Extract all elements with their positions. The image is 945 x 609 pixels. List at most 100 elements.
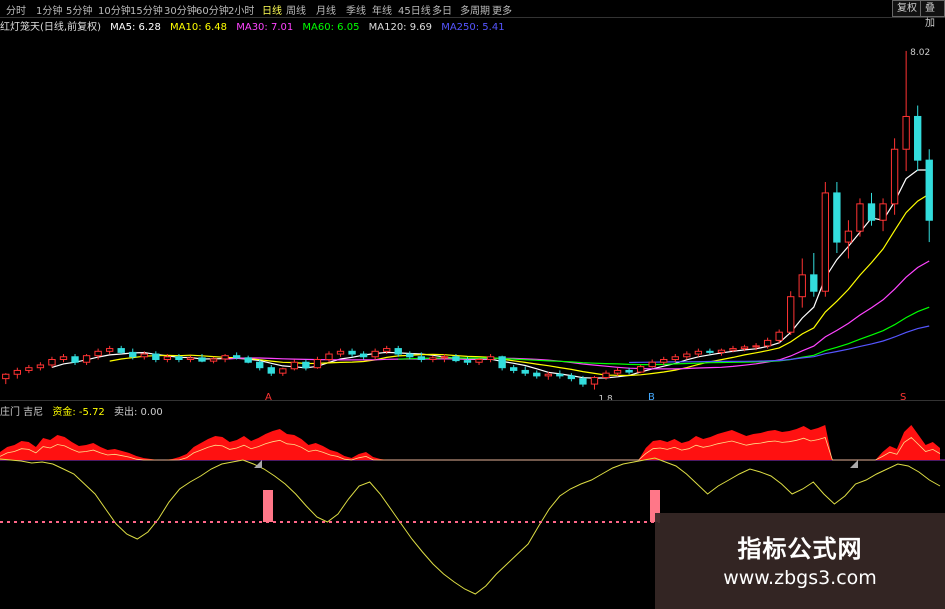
candle-body [359, 353, 368, 358]
candle-body [71, 356, 79, 363]
candle-body [13, 369, 21, 375]
period-tab[interactable]: 日线 [262, 2, 282, 17]
candle-body [129, 351, 137, 358]
buy-marker: B [648, 392, 655, 400]
period-tab[interactable]: 季线 [346, 2, 366, 17]
candle-body [729, 348, 737, 351]
candle-body [533, 372, 541, 377]
candle-body [579, 378, 587, 385]
candle-body [313, 359, 322, 369]
candle-body [833, 192, 841, 243]
candle-body [683, 353, 691, 358]
candle-body [440, 356, 449, 359]
candle-body [325, 353, 333, 360]
candle-body [798, 274, 806, 298]
ma10-line [109, 193, 930, 377]
candle-body [567, 375, 576, 380]
candle-body [232, 355, 241, 359]
candle-body [636, 366, 645, 373]
candle-body [221, 355, 229, 360]
watermark-banner: 指标公式网 www.zbgs3.com [655, 513, 945, 609]
candle-body [498, 356, 506, 369]
signal-bar [263, 490, 273, 522]
candle-body [856, 203, 864, 232]
candle-body [209, 358, 218, 362]
candlestick-chart[interactable]: 8.021.8A B S [0, 30, 945, 400]
period-tab[interactable]: 10分钟 [98, 2, 131, 17]
period-tab[interactable]: 分时 [6, 2, 26, 17]
period-toolbar: 分时 1分钟 5分钟 10分钟 15分钟 30分钟 60分钟 2小时 日线 周线 月线 季线 年线 45日… [0, 0, 945, 29]
candle-body [429, 357, 437, 361]
sell-marker-right: S [900, 392, 906, 400]
period-tab[interactable]: 更多 [492, 2, 512, 17]
candle-body [244, 357, 252, 363]
candle-body [602, 372, 610, 379]
candle-body [82, 355, 91, 363]
candle-body [671, 356, 679, 360]
candle-body [925, 159, 933, 221]
sell-marker: A [265, 392, 272, 400]
candle-body [452, 356, 460, 362]
candle-body [706, 350, 714, 353]
period-tab[interactable]: 多日 [432, 2, 452, 17]
candle-body [486, 356, 495, 360]
candle-body [267, 367, 275, 374]
candle-body [140, 353, 148, 358]
ma60-line [398, 306, 930, 366]
triangle-marker [254, 460, 262, 468]
candle-body [844, 230, 853, 243]
candle-body [406, 353, 414, 358]
period-tab[interactable]: 60分钟 [196, 2, 229, 17]
period-tab[interactable]: 45日线 [398, 2, 431, 17]
period-tab[interactable]: 周线 [286, 2, 306, 17]
candle-body [36, 364, 45, 369]
period-tab[interactable]: 30分钟 [164, 2, 197, 17]
candle-body [556, 373, 564, 377]
candle-body [105, 348, 114, 352]
candle-body [775, 331, 783, 341]
watermark-url: www.zbgs3.com [723, 567, 877, 589]
candle-body [336, 350, 345, 355]
candle-body [613, 369, 622, 374]
candle-body [348, 350, 356, 355]
candle-body [717, 349, 726, 353]
candle-body [890, 148, 899, 205]
period-tab[interactable]: 年线 [372, 2, 392, 17]
ma-legend: 红灯笼天(日线,前复权) MA5: 6.28 MA10: 6.48 MA30: … [0, 18, 511, 33]
candle-body [660, 359, 668, 363]
candle-body [371, 350, 379, 358]
candle-body [48, 359, 56, 366]
watermark-title: 指标公式网 [737, 535, 863, 563]
candle-body [648, 361, 656, 368]
candle-body [879, 203, 887, 221]
candle-body [475, 359, 483, 363]
candle-body [902, 115, 910, 150]
candle-body [186, 357, 195, 361]
candle-body [544, 373, 552, 377]
candle-body [821, 192, 830, 292]
candle-body [810, 274, 818, 292]
candle-body [175, 356, 183, 360]
candle-body [625, 369, 633, 373]
period-tab[interactable]: 多周期 [460, 2, 490, 17]
candle-body [59, 356, 68, 360]
period-tab[interactable]: 1分钟 [36, 2, 62, 17]
indicator-area [0, 425, 940, 460]
candle-body [509, 367, 518, 371]
period-tab[interactable]: 15分钟 [130, 2, 163, 17]
period-tab[interactable]: 2小时 [228, 2, 254, 17]
candle-body [752, 345, 760, 348]
adjust-button[interactable]: 复权 [892, 0, 922, 17]
candle-body [590, 377, 599, 385]
triangle-marker [850, 460, 858, 468]
period-tab[interactable]: 5分钟 [66, 2, 92, 17]
candle-body [256, 361, 264, 369]
candle-body [394, 348, 402, 355]
candle-body [383, 348, 391, 352]
period-tab[interactable]: 月线 [316, 2, 336, 17]
panel-divider [0, 400, 945, 401]
candle-body [694, 350, 703, 355]
candle-body [914, 115, 922, 161]
overlay-button[interactable]: 叠加 [920, 0, 945, 29]
candle-body [763, 339, 772, 347]
